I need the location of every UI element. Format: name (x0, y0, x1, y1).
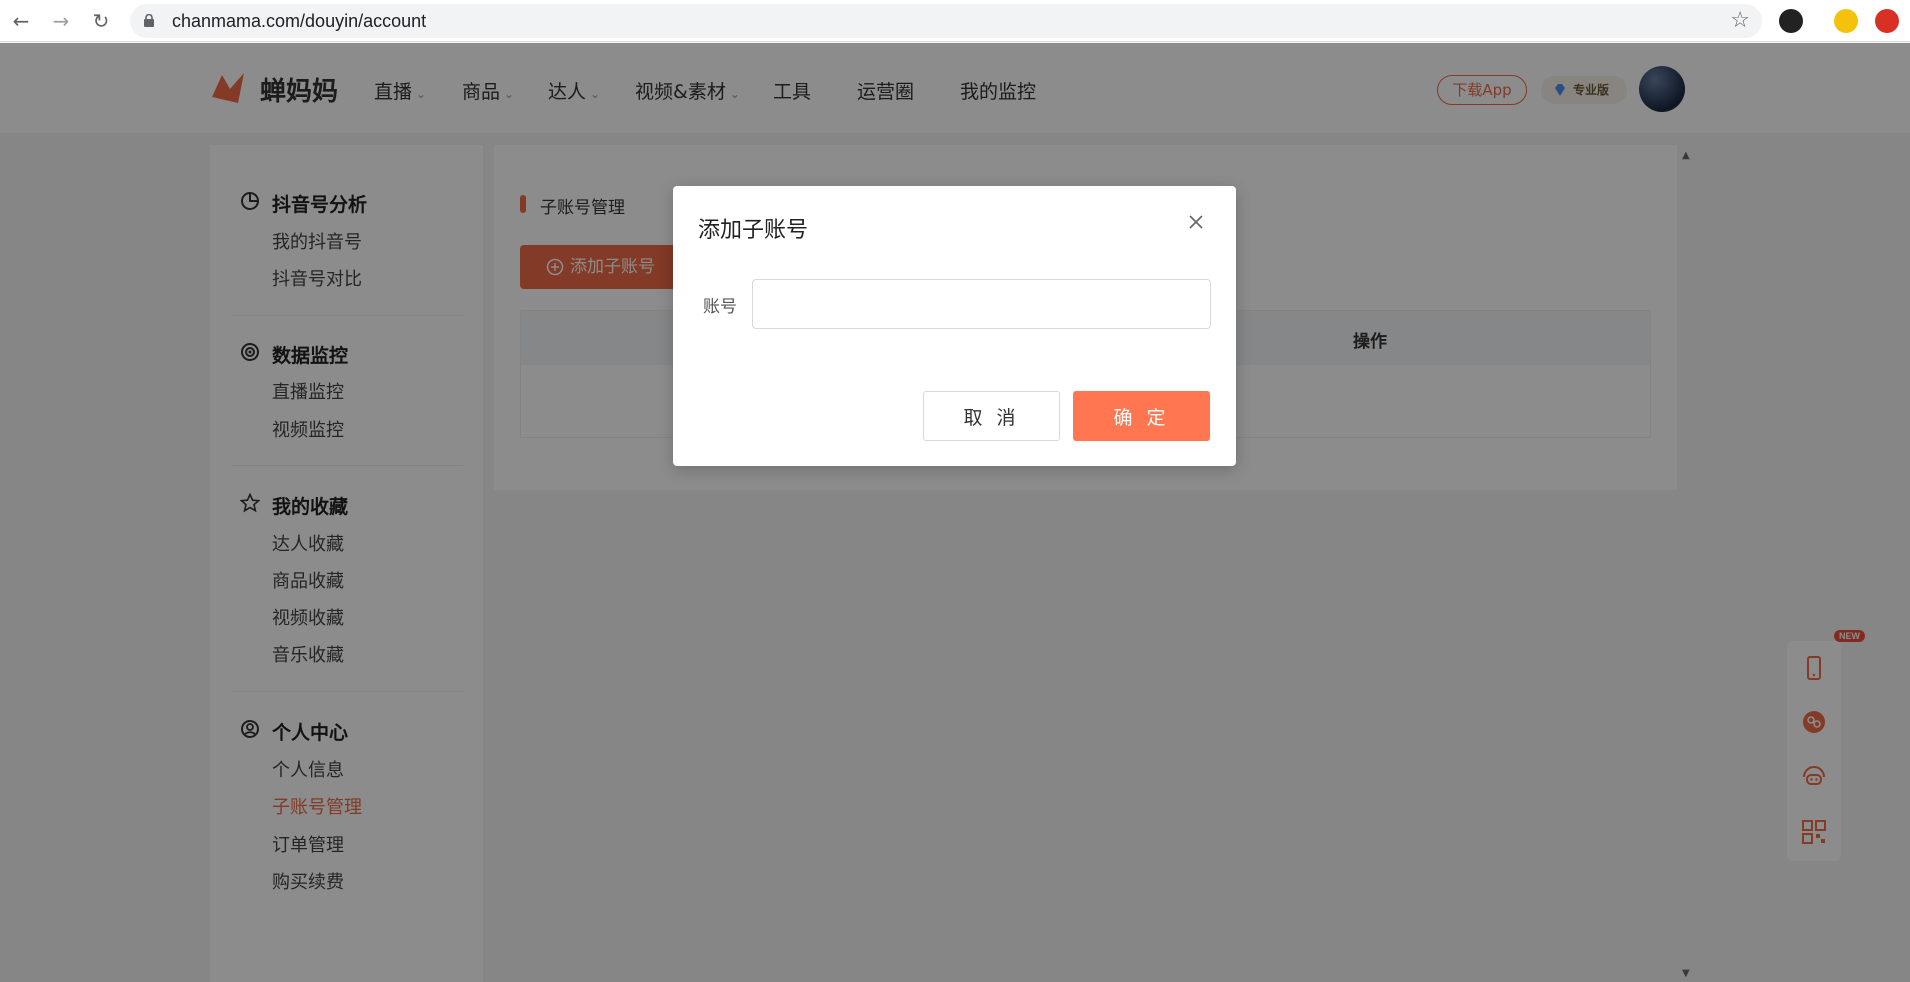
back-icon[interactable]: ← (8, 8, 34, 34)
confirm-button[interactable]: 确 定 (1073, 391, 1210, 441)
extension-icon[interactable] (1779, 9, 1803, 33)
modal-title: 添加子账号 (698, 218, 809, 243)
extension-icon[interactable] (1875, 9, 1899, 33)
reload-icon[interactable]: ↻ (88, 8, 114, 34)
browser-toolbar: ← → ↻ chanmama.com/douyin/account ☆ (0, 0, 1910, 42)
account-input[interactable] (752, 279, 1211, 329)
address-bar[interactable]: chanmama.com/douyin/account ☆ (130, 4, 1762, 38)
close-icon[interactable] (1187, 213, 1205, 231)
modal-overlay[interactable] (0, 43, 1910, 982)
cancel-button[interactable]: 取 消 (923, 391, 1060, 441)
lock-icon (144, 14, 154, 27)
bookmark-star-icon[interactable]: ☆ (1730, 8, 1750, 33)
account-field-label: 账号 (703, 297, 737, 317)
url-text: chanmama.com/douyin/account (172, 11, 427, 31)
extension-icon[interactable] (1834, 9, 1858, 33)
forward-icon[interactable]: → (48, 8, 74, 34)
add-sub-account-modal: 添加子账号 账号 取 消 确 定 (673, 186, 1236, 466)
